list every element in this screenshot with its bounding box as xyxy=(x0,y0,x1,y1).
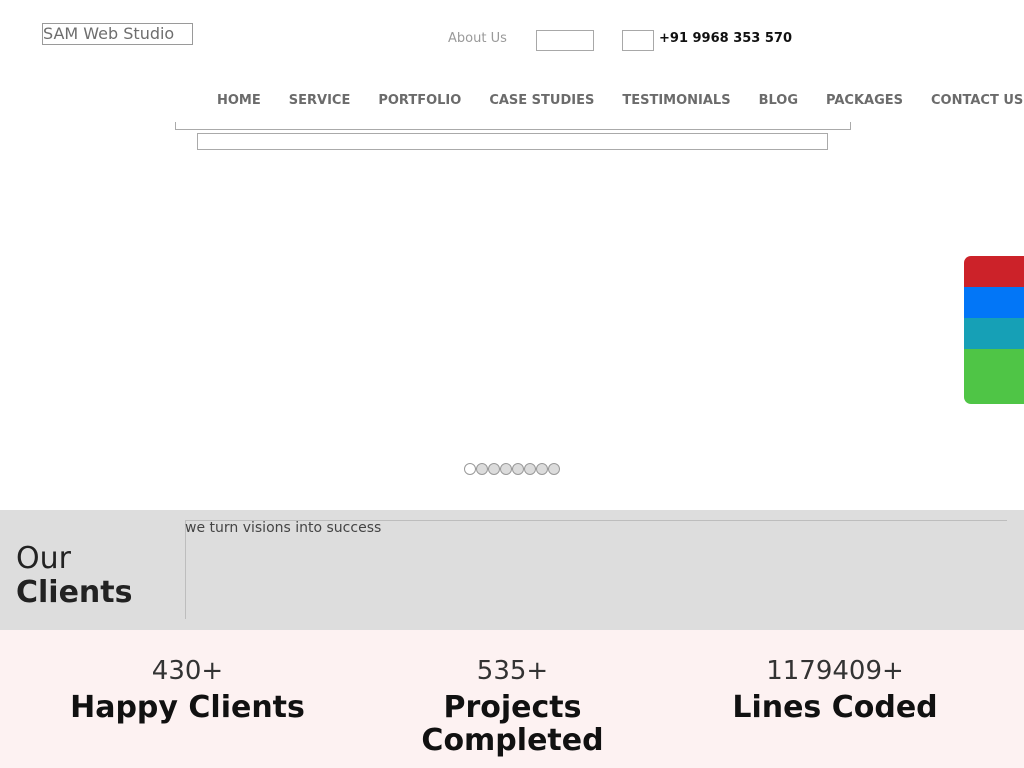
slider-dot[interactable] xyxy=(500,463,512,475)
nav-portfolio[interactable]: PORTFOLIO xyxy=(364,93,475,109)
social-button-blue[interactable] xyxy=(964,287,1024,318)
stat-happy-clients: 430+ Happy Clients xyxy=(60,656,315,724)
nav-case-studies[interactable]: CASE STUDIES xyxy=(475,93,608,109)
social-sidebar xyxy=(964,256,1024,404)
slider-dot[interactable] xyxy=(548,463,560,475)
slider-dot[interactable] xyxy=(524,463,536,475)
stat-projects-completed: 535+ Projects Completed xyxy=(400,656,625,757)
slider-dot[interactable] xyxy=(476,463,488,475)
stat-label: Lines Coded xyxy=(732,690,938,725)
stats-section: 430+ Happy Clients 535+ Projects Complet… xyxy=(0,630,1024,768)
social-button-green[interactable] xyxy=(964,349,1024,404)
main-navigation: HOME SERVICE PORTFOLIO CASE STUDIES TEST… xyxy=(203,93,1024,109)
header-placeholder-box xyxy=(536,30,594,51)
slider-dot[interactable] xyxy=(464,463,476,475)
site-logo[interactable]: SAM Web Studio xyxy=(42,23,193,45)
clients-tagline: we turn visions into success xyxy=(185,520,382,536)
stat-number: 535+ xyxy=(476,656,549,686)
stat-lines-coded: 1179409+ Lines Coded xyxy=(710,656,960,724)
slider-dot[interactable] xyxy=(512,463,524,475)
nav-blog[interactable]: BLOG xyxy=(745,93,812,109)
stat-label: Projects Completed xyxy=(421,690,604,758)
nav-testimonials[interactable]: TESTIMONIALS xyxy=(608,93,744,109)
phone-icon-box xyxy=(622,30,654,51)
banner-bar xyxy=(197,133,828,150)
clients-heading-line2: Clients xyxy=(16,575,133,610)
stat-number: 430+ xyxy=(151,656,224,686)
social-button-red[interactable] xyxy=(964,256,1024,287)
nav-contact-us[interactable]: CONTACT US xyxy=(917,93,1024,109)
clients-heading-line1: Our xyxy=(16,541,71,576)
slider-dot[interactable] xyxy=(536,463,548,475)
slider-dot[interactable] xyxy=(488,463,500,475)
social-button-teal[interactable] xyxy=(964,318,1024,349)
nav-packages[interactable]: PACKAGES xyxy=(812,93,917,109)
clients-section: Our Clients we turn visions into success xyxy=(0,510,1024,630)
nav-service[interactable]: SERVICE xyxy=(275,93,365,109)
stat-label: Happy Clients xyxy=(70,690,305,725)
stat-number: 1179409+ xyxy=(766,656,904,686)
nav-home[interactable]: HOME xyxy=(203,93,275,109)
clients-heading: Our Clients xyxy=(16,542,132,610)
about-us-link[interactable]: About Us xyxy=(448,31,507,46)
nav-underline xyxy=(175,122,851,130)
phone-number: +91 9968 353 570 xyxy=(659,31,793,46)
slider-pagination xyxy=(464,463,560,475)
